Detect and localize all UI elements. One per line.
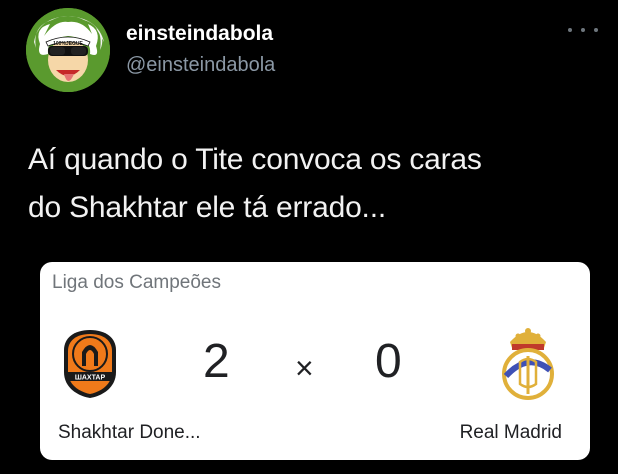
tweet-text-line: do Shakhtar ele tá errado... bbox=[28, 191, 386, 224]
home-team-name[interactable]: Shakhtar Done... bbox=[58, 422, 201, 444]
tweet-text-line: Aí quando o Tite convoca os caras bbox=[28, 143, 482, 176]
dot bbox=[568, 28, 572, 32]
away-team-name[interactable]: Real Madrid bbox=[460, 422, 562, 444]
tweet-header: 100%JEGUE einsteindabola @einsteindabola bbox=[26, 8, 606, 98]
einstein-caricature-icon: 100%JEGUE bbox=[26, 8, 110, 92]
score-separator: × bbox=[295, 350, 314, 386]
crest-text: ШАХТАР bbox=[75, 375, 106, 382]
away-score: 0 bbox=[375, 335, 402, 388]
dot bbox=[594, 28, 598, 32]
dot bbox=[581, 28, 585, 32]
more-options-icon[interactable] bbox=[568, 20, 598, 40]
svg-text:100%JEGUE: 100%JEGUE bbox=[53, 41, 83, 47]
tweet-text: Aí quando o Tite convoca os caras do Sha… bbox=[28, 136, 588, 232]
user-handle[interactable]: @einsteindabola bbox=[126, 54, 275, 77]
league-name: Liga dos Campeões bbox=[52, 272, 221, 293]
score-card[interactable]: Liga dos Campeões ШАХТАР 2 × 0 Shakhtar … bbox=[40, 262, 590, 460]
display-name[interactable]: einsteindabola bbox=[126, 22, 273, 46]
home-score: 2 bbox=[203, 335, 230, 388]
real-madrid-crest-icon bbox=[498, 324, 558, 404]
avatar[interactable]: 100%JEGUE bbox=[26, 8, 110, 92]
shakhtar-crest-icon: ШАХТАР bbox=[60, 328, 120, 400]
